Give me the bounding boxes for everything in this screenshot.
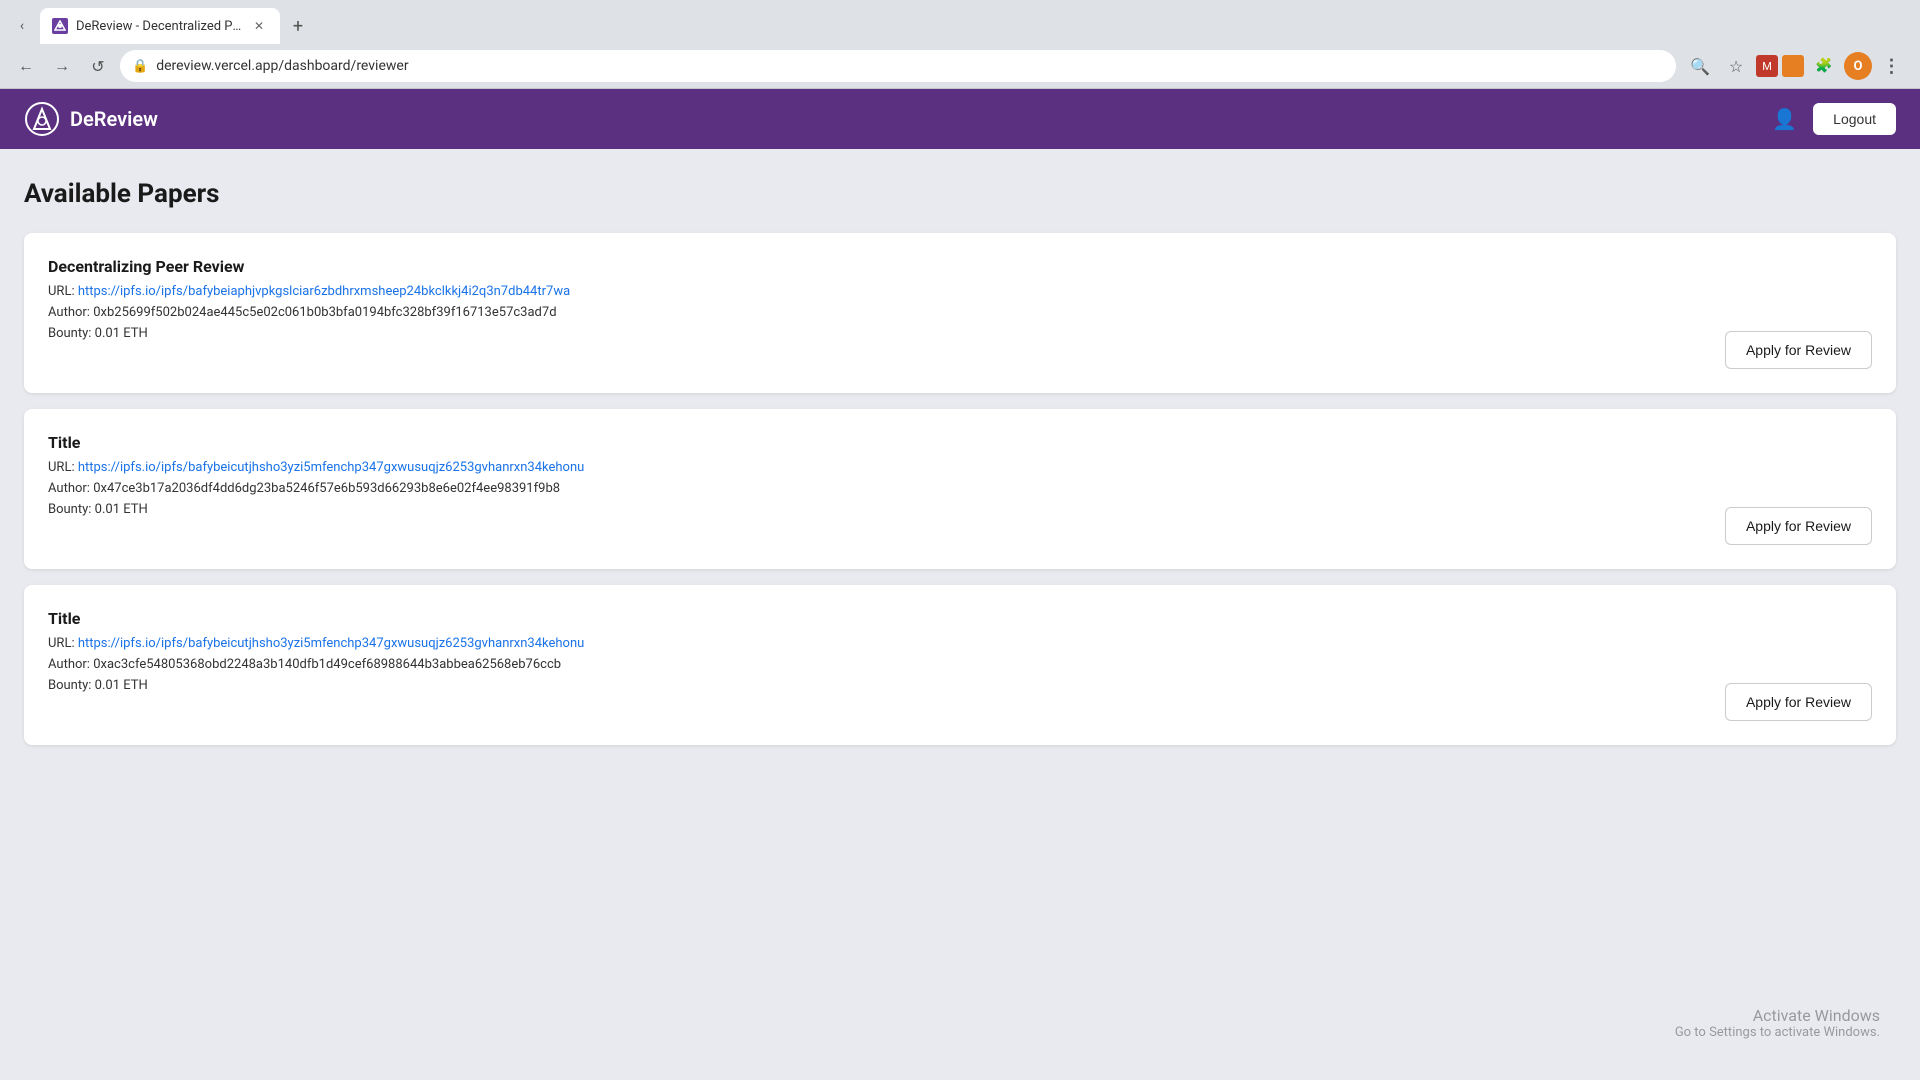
paper-url: URL: https://ipfs.io/ipfs/bafybeicutjhsh…: [48, 460, 1872, 475]
paper-bounty: Bounty: 0.01 ETH: [48, 678, 1872, 693]
app-logo: DeReview: [24, 101, 158, 137]
paper-url-link[interactable]: https://ipfs.io/ipfs/bafybeicutjhsho3yzi…: [78, 460, 584, 475]
bounty-label: Bounty:: [48, 326, 91, 341]
app-header-right: 👤 Logout: [1772, 103, 1896, 135]
url-label: URL:: [48, 636, 75, 651]
paper-bounty: Bounty: 0.01 ETH: [48, 326, 1872, 341]
new-tab-button[interactable]: +: [284, 12, 312, 40]
browser-tab-bar: ‹ DeReview - Decentralized Pape... ✕ +: [0, 0, 1920, 44]
user-icon[interactable]: 👤: [1772, 107, 1797, 131]
paper-author: Author: 0xac3cfe54805368obd2248a3b140dfb…: [48, 657, 1872, 672]
logout-button[interactable]: Logout: [1813, 103, 1896, 135]
apply-for-review-button-3[interactable]: Apply for Review: [1725, 683, 1872, 721]
app-logo-text: DeReview: [70, 107, 158, 131]
page-title: Available Papers: [24, 179, 1896, 209]
extension-icon-red[interactable]: M: [1756, 55, 1778, 77]
paper-card: Title URL: https://ipfs.io/ipfs/bafybeic…: [24, 585, 1896, 745]
browser-menu-button[interactable]: ⋮: [1876, 50, 1908, 82]
paper-url: URL: https://ipfs.io/ipfs/bafybeicutjhsh…: [48, 636, 1872, 651]
app-header: DeReview 👤 Logout: [0, 89, 1920, 149]
apply-for-review-button-2[interactable]: Apply for Review: [1725, 507, 1872, 545]
address-bar[interactable]: 🔒 dereview.vercel.app/dashboard/reviewer: [120, 50, 1676, 82]
bounty-label: Bounty:: [48, 502, 91, 517]
browser-profile[interactable]: O: [1844, 52, 1872, 80]
browser-chrome: ‹ DeReview - Decentralized Pape... ✕ + ←…: [0, 0, 1920, 89]
author-address: 0x47ce3b17a2036df4dd6dg23ba5246f57e6b593…: [93, 481, 560, 496]
tab-list-arrow[interactable]: ‹: [8, 12, 36, 40]
author-label: Author:: [48, 657, 90, 672]
extensions-button[interactable]: 🧩: [1808, 50, 1840, 82]
paper-card: Title URL: https://ipfs.io/ipfs/bafybeic…: [24, 409, 1896, 569]
paper-url-link[interactable]: https://ipfs.io/ipfs/bafybeicutjhsho3yzi…: [78, 636, 584, 651]
author-label: Author:: [48, 305, 90, 320]
author-label: Author:: [48, 481, 90, 496]
paper-author: Author: 0x47ce3b17a2036df4dd6dg23ba5246f…: [48, 481, 1872, 496]
windows-watermark: Activate Windows Go to Settings to activ…: [1675, 1006, 1880, 1040]
url-label: URL:: [48, 284, 75, 299]
bounty-amount: 0.01 ETH: [95, 326, 148, 341]
main-content: Available Papers Decentralizing Peer Rev…: [0, 149, 1920, 791]
tab-favicon: [52, 18, 68, 34]
author-address: 0xb25699f502b024ae445c5e02c061b0b3bfa019…: [93, 305, 556, 320]
browser-nav-bar: ← → ↺ 🔒 dereview.vercel.app/dashboard/re…: [0, 44, 1920, 88]
lock-icon: 🔒: [132, 59, 148, 74]
bounty-amount: 0.01 ETH: [95, 678, 148, 693]
paper-title: Title: [48, 433, 1872, 452]
url-label: URL:: [48, 460, 75, 475]
search-icon[interactable]: 🔍: [1684, 50, 1716, 82]
author-address: 0xac3cfe54805368obd2248a3b140dfb1d49cef6…: [93, 657, 561, 672]
forward-button[interactable]: →: [48, 52, 76, 80]
app-logo-icon: [24, 101, 60, 137]
bounty-label: Bounty:: [48, 678, 91, 693]
refresh-button[interactable]: ↺: [84, 52, 112, 80]
paper-title: Title: [48, 609, 1872, 628]
browser-nav-icons: 🔍 ☆ M 🧩 O ⋮: [1684, 50, 1908, 82]
extension-icon-orange[interactable]: [1782, 55, 1804, 77]
apply-for-review-button-1[interactable]: Apply for Review: [1725, 331, 1872, 369]
paper-author: Author: 0xb25699f502b024ae445c5e02c061b0…: [48, 305, 1872, 320]
bookmark-icon[interactable]: ☆: [1720, 50, 1752, 82]
bounty-amount: 0.01 ETH: [95, 502, 148, 517]
tab-close-button[interactable]: ✕: [250, 17, 268, 35]
back-button[interactable]: ←: [12, 52, 40, 80]
paper-url-link[interactable]: https://ipfs.io/ipfs/bafybeiaphjvpkgslci…: [78, 284, 570, 299]
windows-watermark-title: Activate Windows: [1675, 1006, 1880, 1025]
paper-title: Decentralizing Peer Review: [48, 257, 1872, 276]
windows-watermark-subtitle: Go to Settings to activate Windows.: [1675, 1025, 1880, 1040]
tab-title: DeReview - Decentralized Pape...: [76, 19, 242, 34]
paper-bounty: Bounty: 0.01 ETH: [48, 502, 1872, 517]
paper-card: Decentralizing Peer Review URL: https://…: [24, 233, 1896, 393]
paper-url: URL: https://ipfs.io/ipfs/bafybeiaphjvpk…: [48, 284, 1872, 299]
active-browser-tab[interactable]: DeReview - Decentralized Pape... ✕: [40, 8, 280, 44]
url-text: dereview.vercel.app/dashboard/reviewer: [156, 58, 1664, 74]
